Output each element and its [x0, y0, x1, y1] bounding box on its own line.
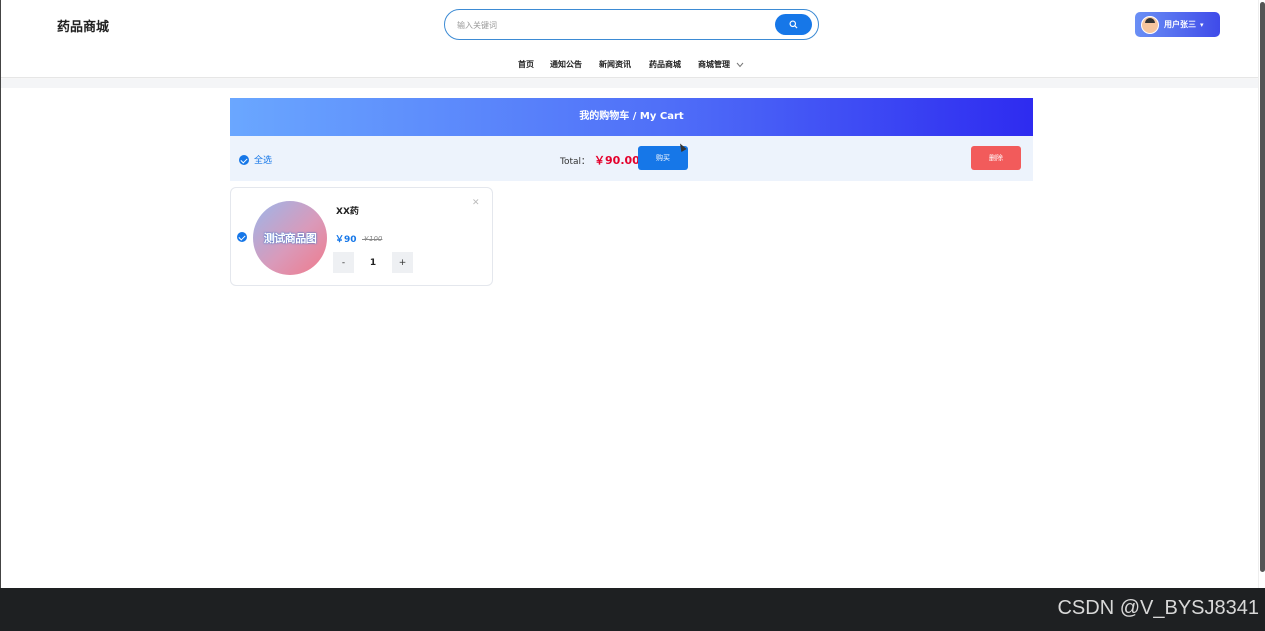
product-name[interactable]: XX药	[336, 204, 359, 217]
select-all-checkbox[interactable]: 全选	[239, 153, 272, 166]
cart-total: Total： ￥90.00	[560, 152, 640, 168]
site-logo[interactable]: 药品商城	[57, 16, 109, 35]
product-price: ￥90	[335, 235, 357, 245]
cart-title: 我的购物车 / My Cart	[230, 98, 1033, 136]
page-footer: CSDN @V_BYSJ8341	[0, 588, 1265, 631]
nav-item-notices[interactable]: 通知公告	[550, 59, 582, 70]
search-box	[444, 9, 819, 40]
scrollbar-thumb[interactable]	[1260, 2, 1265, 572]
cart-toolbar: 全选 Total： ￥90.00 购买 删除	[230, 136, 1033, 181]
decrement-button[interactable]: -	[333, 252, 354, 273]
select-all-label: 全选	[254, 156, 273, 166]
site-header: 药品商城 用户张三 ▾ 首页 通知公告 新闻资讯 药品商城 商城管理	[1, 0, 1258, 78]
nav-item-news[interactable]: 新闻资讯	[599, 59, 631, 70]
product-image[interactable]: 测试商品图	[253, 201, 327, 275]
user-name: 用户张三	[1164, 20, 1196, 29]
main-nav: 首页 通知公告 新闻资讯 药品商城 商城管理	[1, 59, 1258, 71]
watermark-text: CSDN @V_BYSJ8341	[1057, 597, 1259, 619]
nav-item-shop-manage[interactable]: 商城管理	[698, 59, 744, 70]
total-value: ￥90.00	[594, 154, 640, 167]
delete-button[interactable]: 删除	[971, 146, 1021, 170]
search-icon	[789, 20, 798, 29]
chevron-down-icon	[736, 62, 744, 67]
caret-down-icon: ▾	[1200, 20, 1204, 29]
item-checkbox[interactable]	[237, 232, 247, 242]
quantity-input[interactable]	[354, 252, 392, 273]
search-input[interactable]	[457, 17, 757, 33]
check-circle-icon	[239, 154, 249, 165]
remove-item-icon[interactable]: ✕	[472, 198, 480, 208]
cart-item: 测试商品图 XX药 ✕ ￥90 ￥100 - +	[230, 187, 493, 286]
cart-panel: 我的购物车 / My Cart 全选 Total： ￥90.00 购买 删除 测…	[230, 98, 1033, 286]
increment-button[interactable]: +	[392, 252, 413, 273]
nav-item-shop[interactable]: 药品商城	[649, 59, 681, 70]
avatar	[1141, 15, 1159, 34]
product-old-price: ￥100	[362, 235, 383, 243]
nav-item-shop-manage-label: 商城管理	[698, 60, 730, 69]
nav-item-home[interactable]: 首页	[518, 59, 534, 70]
browser-viewport: 药品商城 用户张三 ▾ 首页 通知公告 新闻资讯 药品商城 商城管理	[0, 0, 1258, 588]
vertical-scrollbar[interactable]	[1258, 0, 1265, 588]
product-image-text: 测试商品图	[263, 232, 317, 245]
total-label: Total：	[560, 156, 591, 167]
quantity-stepper: - +	[333, 252, 413, 273]
header-divider	[1, 79, 1258, 88]
search-button[interactable]	[775, 14, 812, 35]
user-menu-button[interactable]: 用户张三 ▾	[1135, 12, 1220, 37]
